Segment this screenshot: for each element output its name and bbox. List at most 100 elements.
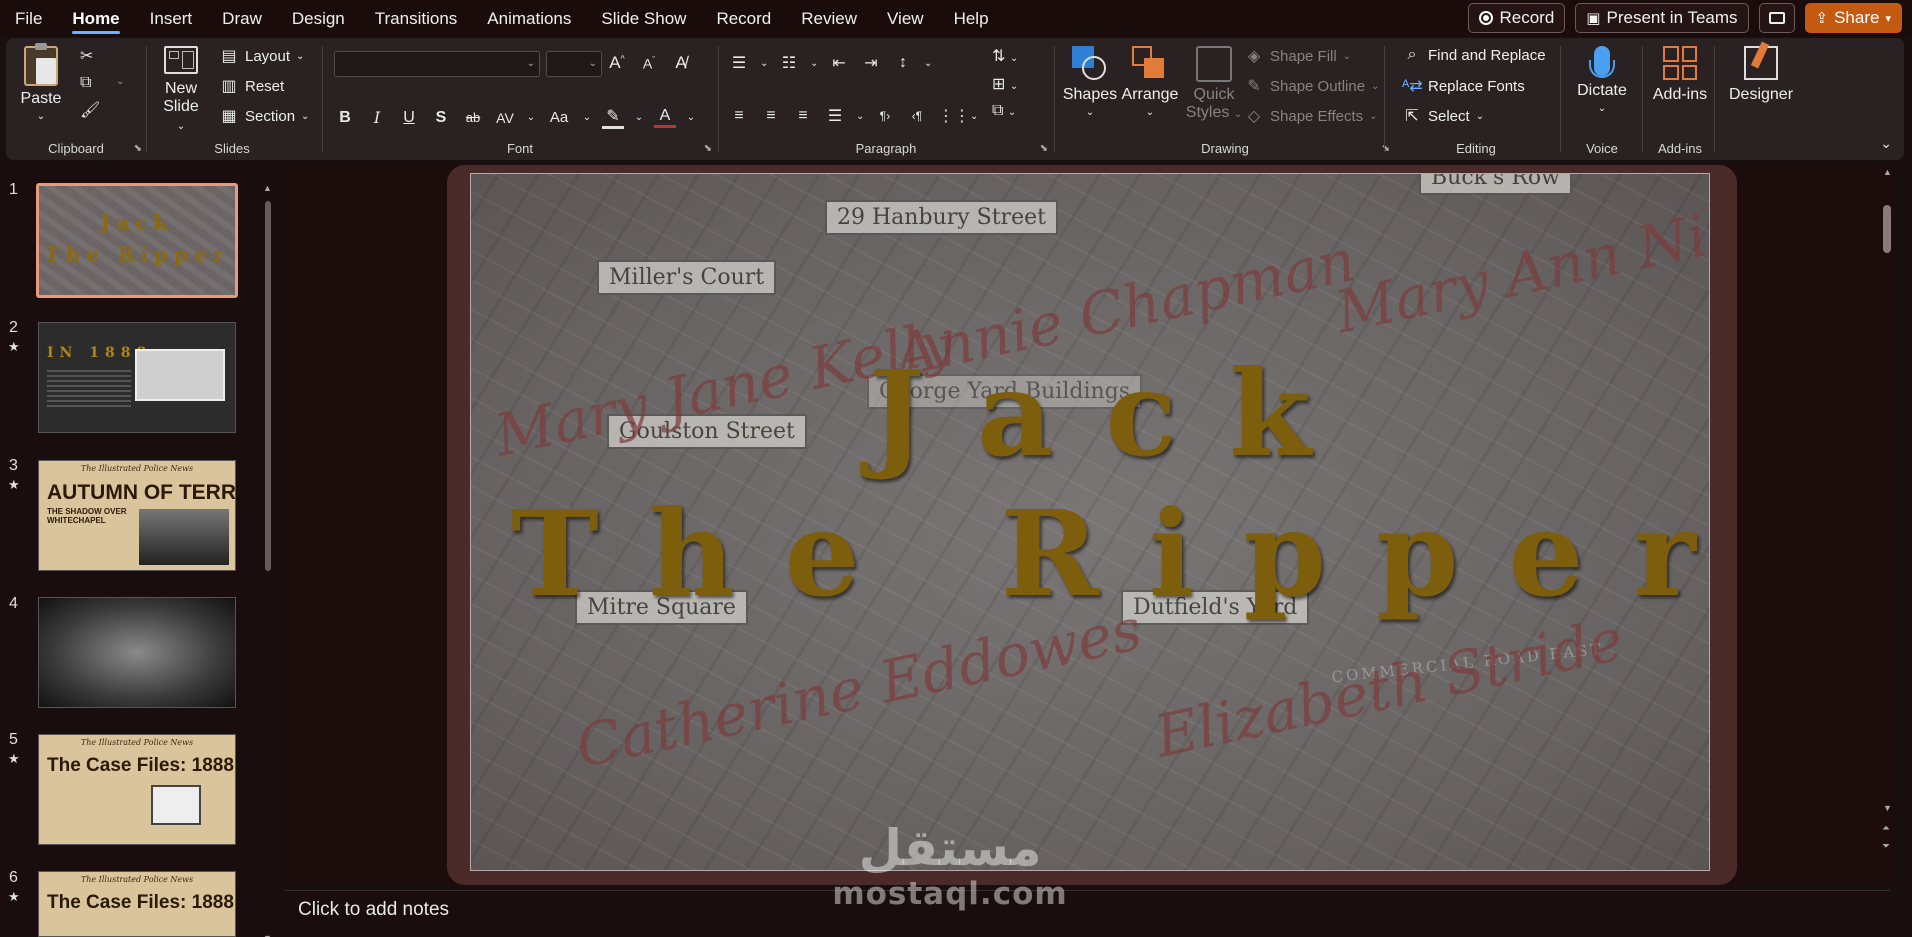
align-right-icon[interactable]: ≡ bbox=[792, 107, 814, 125]
comments-button[interactable] bbox=[1758, 3, 1795, 33]
chevron-down-icon[interactable]: ⌄ bbox=[856, 111, 864, 122]
chevron-down-icon[interactable]: ⌄ bbox=[760, 58, 768, 69]
tab-help[interactable]: Help bbox=[939, 0, 1004, 36]
designer-button[interactable]: Designer bbox=[1726, 41, 1796, 104]
columns-icon[interactable]: ⋮⋮ bbox=[938, 106, 970, 126]
format-painter-icon[interactable]: 🖌 bbox=[80, 100, 100, 120]
replace-fonts-button[interactable]: ᴬ⇄ Replace Fonts bbox=[1402, 76, 1525, 96]
tab-animations[interactable]: Animations bbox=[472, 0, 586, 36]
bold-icon[interactable]: B bbox=[334, 109, 356, 127]
tab-draw[interactable]: Draw bbox=[207, 0, 277, 36]
shape-outline-button[interactable]: ✎ Shape Outline ⌄ bbox=[1244, 76, 1379, 96]
tab-view[interactable]: View bbox=[872, 0, 939, 36]
scrollbar-thumb[interactable] bbox=[1883, 205, 1891, 253]
rtl-icon[interactable]: ‹¶ bbox=[906, 109, 928, 123]
dialog-launcher-icon[interactable]: ⬊ bbox=[1040, 143, 1048, 154]
collapse-ribbon-icon[interactable]: ⌄ bbox=[1880, 135, 1892, 152]
character-spacing-icon[interactable]: AV bbox=[494, 110, 516, 126]
slide-thumbnail-3[interactable]: The Illustrated Police News AUTUMN OF TE… bbox=[38, 460, 236, 571]
paste-button[interactable]: Paste ⌄ bbox=[18, 43, 64, 126]
copy-icon[interactable]: ⧉ bbox=[80, 74, 91, 92]
present-in-teams-button[interactable]: ▣ Present in Teams bbox=[1575, 3, 1749, 33]
shadow-icon[interactable]: S bbox=[430, 109, 452, 127]
increase-indent-icon[interactable]: ⇥ bbox=[860, 53, 882, 73]
bullets-icon[interactable]: ☰ bbox=[728, 53, 750, 73]
slide-thumbnail-5[interactable]: The Illustrated Police News The Case Fil… bbox=[38, 734, 236, 845]
chevron-down-icon[interactable]: ⌄ bbox=[924, 58, 932, 69]
scrollbar-thumb[interactable] bbox=[265, 201, 271, 571]
change-case-label[interactable]: Aa bbox=[546, 109, 572, 126]
shape-fill-button[interactable]: ◈ Shape Fill ⌄ bbox=[1244, 46, 1351, 66]
text-direction-icon[interactable]: ⇅ ⌄ bbox=[992, 46, 1018, 66]
strikethrough-icon[interactable]: ab bbox=[462, 110, 484, 125]
find-and-replace-button[interactable]: ⌕ Find and Replace bbox=[1402, 46, 1546, 64]
underline-icon[interactable]: U bbox=[398, 109, 420, 127]
slide-thumbnail-6[interactable]: The Illustrated Police News The Case Fil… bbox=[38, 871, 236, 937]
clear-formatting-icon[interactable]: A̸ bbox=[670, 53, 692, 73]
scroll-down-icon[interactable]: ▼ bbox=[1883, 803, 1892, 813]
chevron-down-icon[interactable]: ⌄ bbox=[582, 112, 592, 123]
highlight-color-icon[interactable]: ✎ bbox=[602, 106, 624, 129]
slide-title-line-2[interactable]: The Ripper bbox=[471, 484, 1709, 623]
addins-button[interactable]: Add-ins bbox=[1648, 46, 1712, 104]
share-button[interactable]: ⇪ Share ▾ bbox=[1804, 3, 1902, 33]
chevron-down-icon[interactable]: ⌄ bbox=[116, 76, 124, 87]
decrease-indent-icon[interactable]: ⇤ bbox=[828, 53, 850, 73]
slide-thumbnail-2[interactable]: IN 1888 bbox=[38, 322, 236, 433]
editor-scrollbar[interactable]: ▲ ▼ ⏶ ⏷ bbox=[1880, 165, 1896, 883]
select-button[interactable]: ⇱ Select ⌄ bbox=[1402, 106, 1484, 126]
tab-design[interactable]: Design bbox=[277, 0, 360, 36]
quick-styles-button[interactable]: Quick Styles ⌄ bbox=[1184, 46, 1244, 124]
new-slide-button[interactable]: New Slide ⌄ bbox=[157, 46, 205, 136]
dictate-button[interactable]: Dictate ⌄ bbox=[1570, 46, 1634, 118]
chevron-down-icon[interactable]: ⌄ bbox=[686, 112, 696, 123]
scroll-up-icon[interactable]: ▲ bbox=[263, 183, 272, 193]
current-slide[interactable]: Buck's Row 29 Hanbury Street Miller's Co… bbox=[470, 173, 1710, 871]
tab-record[interactable]: Record bbox=[701, 0, 786, 36]
chevron-down-icon[interactable]: ⌄ bbox=[526, 112, 536, 123]
chevron-down-icon[interactable]: ⌄ bbox=[810, 58, 818, 69]
font-size-input[interactable]: ⌄ bbox=[546, 51, 602, 77]
section-button[interactable]: ▦ Section ⌄ bbox=[219, 106, 309, 126]
font-color-icon[interactable]: A bbox=[654, 107, 676, 128]
scroll-up-icon[interactable]: ▲ bbox=[1883, 167, 1892, 177]
align-text-icon[interactable]: ⊞ ⌄ bbox=[992, 74, 1018, 94]
tab-transitions[interactable]: Transitions bbox=[360, 0, 473, 36]
smartart-icon[interactable]: ⧉ ⌄ bbox=[992, 102, 1018, 120]
line-spacing-icon[interactable]: ↕ bbox=[892, 54, 914, 72]
increase-font-size-icon[interactable]: A^ bbox=[606, 53, 628, 73]
notes-pane[interactable]: Click to add notes bbox=[285, 890, 1890, 937]
layout-button[interactable]: ▤ Layout ⌄ bbox=[219, 46, 304, 66]
cut-icon[interactable]: ✂ bbox=[80, 46, 93, 66]
align-center-icon[interactable]: ≡ bbox=[760, 107, 782, 125]
shapes-button[interactable]: Shapes ⌄ bbox=[1062, 46, 1118, 122]
arrange-button[interactable]: Arrange ⌄ bbox=[1118, 46, 1182, 122]
font-name-input[interactable]: ⌄ bbox=[334, 51, 540, 77]
tab-insert[interactable]: Insert bbox=[135, 0, 208, 36]
tab-review[interactable]: Review bbox=[786, 0, 872, 36]
chevron-down-icon[interactable]: ⌄ bbox=[634, 112, 644, 123]
italic-icon[interactable]: I bbox=[366, 108, 388, 127]
justify-icon[interactable]: ☰ bbox=[824, 106, 846, 126]
scroll-down-icon[interactable]: ▼ bbox=[263, 933, 272, 937]
thumbnail-scrollbar[interactable]: ▲ ▼ bbox=[263, 183, 273, 937]
numbering-icon[interactable]: ☷ bbox=[778, 53, 800, 73]
slide-title-line-1[interactable]: Jack bbox=[471, 344, 1709, 483]
record-button[interactable]: Record bbox=[1468, 3, 1566, 33]
decrease-font-size-icon[interactable]: Aˇ bbox=[638, 55, 660, 72]
tab-home[interactable]: Home bbox=[57, 0, 134, 36]
slide-thumbnail-4[interactable] bbox=[38, 597, 236, 708]
previous-slide-icon[interactable]: ⏶ bbox=[1882, 823, 1890, 834]
chevron-down-icon[interactable]: ⌄ bbox=[970, 111, 978, 122]
notes-placeholder[interactable]: Click to add notes bbox=[298, 899, 449, 921]
reset-button[interactable]: ▥ Reset bbox=[219, 76, 284, 96]
tab-file[interactable]: File bbox=[0, 0, 57, 36]
next-slide-icon[interactable]: ⏷ bbox=[1882, 841, 1890, 852]
align-left-icon[interactable]: ≡ bbox=[728, 107, 750, 125]
shape-effects-button[interactable]: ◇ Shape Effects ⌄ bbox=[1244, 106, 1378, 126]
slide-thumbnail-1[interactable]: Jack The Ripper bbox=[36, 183, 238, 298]
dialog-launcher-icon[interactable]: ⬊ bbox=[134, 143, 142, 154]
ltr-icon[interactable]: ¶› bbox=[874, 109, 896, 123]
dialog-launcher-icon[interactable]: ⬊ bbox=[704, 143, 712, 154]
tab-slide-show[interactable]: Slide Show bbox=[586, 0, 701, 36]
